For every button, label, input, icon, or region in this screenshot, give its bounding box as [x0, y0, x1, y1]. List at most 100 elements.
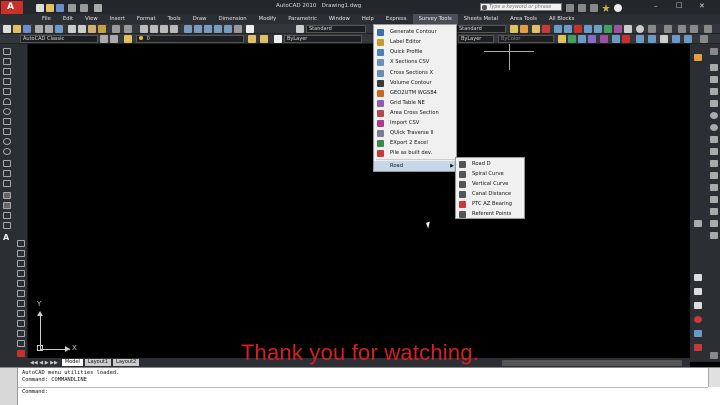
menu-window[interactable]: Window	[323, 14, 356, 24]
dim-update-icon[interactable]	[694, 220, 702, 227]
workspace-select[interactable]: AutoCAD Classic	[20, 35, 98, 43]
copy-icon[interactable]	[78, 25, 86, 33]
make-block-icon[interactable]	[3, 170, 11, 177]
image-icon[interactable]	[594, 25, 602, 33]
region-icon[interactable]	[614, 25, 622, 33]
array-icon[interactable]	[17, 280, 25, 287]
table-style-icon[interactable]	[510, 25, 518, 33]
copy-object-icon[interactable]	[17, 250, 25, 257]
dim-break-icon[interactable]	[710, 220, 718, 227]
quick-select-icon[interactable]	[554, 25, 562, 33]
tool-palettes-icon[interactable]	[204, 25, 212, 33]
inspect-icon[interactable]	[694, 274, 702, 281]
jogged-icon[interactable]	[694, 288, 702, 295]
insert-block-icon[interactable]	[574, 25, 582, 33]
scroll-down-icon[interactable]	[710, 352, 718, 359]
calculator-icon[interactable]	[234, 25, 242, 33]
polygon-icon[interactable]	[3, 78, 11, 85]
scale-icon[interactable]	[17, 310, 25, 317]
new-icon[interactable]	[3, 25, 11, 33]
open-icon[interactable]	[46, 4, 54, 12]
menu-view[interactable]: View	[79, 14, 104, 24]
maximize-button[interactable]: □	[676, 1, 683, 9]
command-window-handle[interactable]	[0, 368, 18, 405]
menu-item-label-editor[interactable]: Label Editor	[374, 37, 457, 47]
dim-diameter-icon[interactable]	[710, 124, 718, 131]
hatch-icon[interactable]	[3, 192, 11, 199]
extend-icon[interactable]	[17, 340, 25, 347]
menu-area-tools[interactable]: Area Tools	[504, 14, 543, 24]
submenu-item-vertical-curve[interactable]: Vertical Curve	[456, 179, 525, 189]
construction-line-icon[interactable]	[3, 58, 11, 65]
ellipse-icon[interactable]	[3, 138, 11, 145]
menu-sheets-metal[interactable]: Sheets Metal	[458, 14, 504, 24]
layer-select[interactable]: 0	[136, 35, 244, 43]
rectangle-icon[interactable]	[3, 88, 11, 95]
spline-icon[interactable]	[3, 128, 11, 135]
dim-angular-icon[interactable]	[710, 136, 718, 143]
polyline-icon[interactable]	[558, 35, 566, 43]
pencil-icon[interactable]	[694, 54, 702, 61]
scroll-up-icon[interactable]	[710, 48, 718, 55]
dim-continue-icon[interactable]	[710, 172, 718, 179]
tab-layout2[interactable]: Layout2	[113, 359, 140, 366]
workspace-save-icon[interactable]	[110, 35, 118, 43]
menu-file[interactable]: File	[36, 14, 57, 24]
match-properties-icon[interactable]	[98, 25, 106, 33]
dim-edit-icon[interactable]	[710, 232, 718, 239]
submenu-item-ptc-az-bearing[interactable]: PTC AZ Bearing	[456, 199, 525, 209]
polyline-icon[interactable]	[3, 68, 11, 75]
point-icon[interactable]	[3, 180, 11, 187]
undo-icon[interactable]	[112, 25, 120, 33]
menu-item-generate-contour[interactable]: Generate Contour	[374, 27, 457, 37]
dim-arc-icon[interactable]	[710, 88, 718, 95]
menu-parametric[interactable]: Parametric	[282, 14, 323, 24]
trim-icon[interactable]	[17, 330, 25, 337]
menu-survey-tools[interactable]: Survey Tools	[412, 14, 458, 24]
color-select[interactable]: ByLayer	[284, 35, 362, 43]
render-icon[interactable]	[684, 35, 692, 43]
command-scrollbar[interactable]	[708, 368, 720, 387]
plot-icon[interactable]	[35, 25, 43, 33]
favorites-icon[interactable]	[602, 4, 610, 12]
dimension-icon[interactable]	[612, 35, 620, 43]
new-icon[interactable]	[36, 4, 44, 12]
menu-item-area-cross-section[interactable]: Area Cross Section	[374, 108, 457, 118]
mtext-icon[interactable]: A	[3, 234, 11, 242]
layer-previous-icon[interactable]	[260, 35, 268, 43]
subscription-icon[interactable]	[578, 4, 586, 12]
menu-item-export-excel[interactable]: EXport 2 Excel	[374, 138, 457, 148]
tab-model[interactable]: Model	[61, 359, 83, 366]
menu-item-geo2utm[interactable]: GEO2UTM WGS84	[374, 88, 457, 98]
explode-icon[interactable]	[17, 350, 25, 357]
zoom-window-icon[interactable]	[160, 25, 168, 33]
tolerance-icon[interactable]	[710, 184, 718, 191]
dim-ordinate-icon[interactable]	[710, 100, 718, 107]
properties-icon[interactable]	[184, 25, 192, 33]
menu-modify[interactable]: Modify	[253, 14, 283, 24]
layer-state-icon[interactable]	[542, 25, 550, 33]
layer-walk-icon[interactable]	[694, 302, 702, 309]
save-icon[interactable]	[23, 25, 31, 33]
quick-dim-icon[interactable]	[710, 148, 718, 155]
erase-icon[interactable]	[17, 240, 25, 247]
command-prompt[interactable]: Command:	[22, 389, 48, 396]
stop-icon[interactable]	[694, 316, 702, 323]
menu-edit[interactable]: Edit	[57, 14, 79, 24]
mirror-icon[interactable]	[17, 260, 25, 267]
dim-space-icon[interactable]	[710, 208, 718, 215]
submenu-item-road-d[interactable]: Road D	[456, 159, 525, 169]
drawing-canvas[interactable]: Y X	[29, 44, 690, 358]
line-icon[interactable]	[3, 48, 11, 55]
insert-block-icon[interactable]	[3, 160, 11, 167]
gradient-icon[interactable]	[604, 25, 612, 33]
redo-icon[interactable]	[80, 4, 88, 12]
settings-icon[interactable]	[636, 25, 644, 33]
dim-baseline-icon[interactable]	[710, 160, 718, 167]
menu-item-import-csv[interactable]: Import CSV	[374, 118, 457, 128]
cut-icon[interactable]	[68, 25, 76, 33]
dim-aligned-icon[interactable]	[710, 76, 718, 83]
menu-draw[interactable]: Draw	[187, 14, 213, 24]
zoom-realtime-icon[interactable]	[150, 25, 158, 33]
circle-icon[interactable]	[3, 108, 11, 115]
